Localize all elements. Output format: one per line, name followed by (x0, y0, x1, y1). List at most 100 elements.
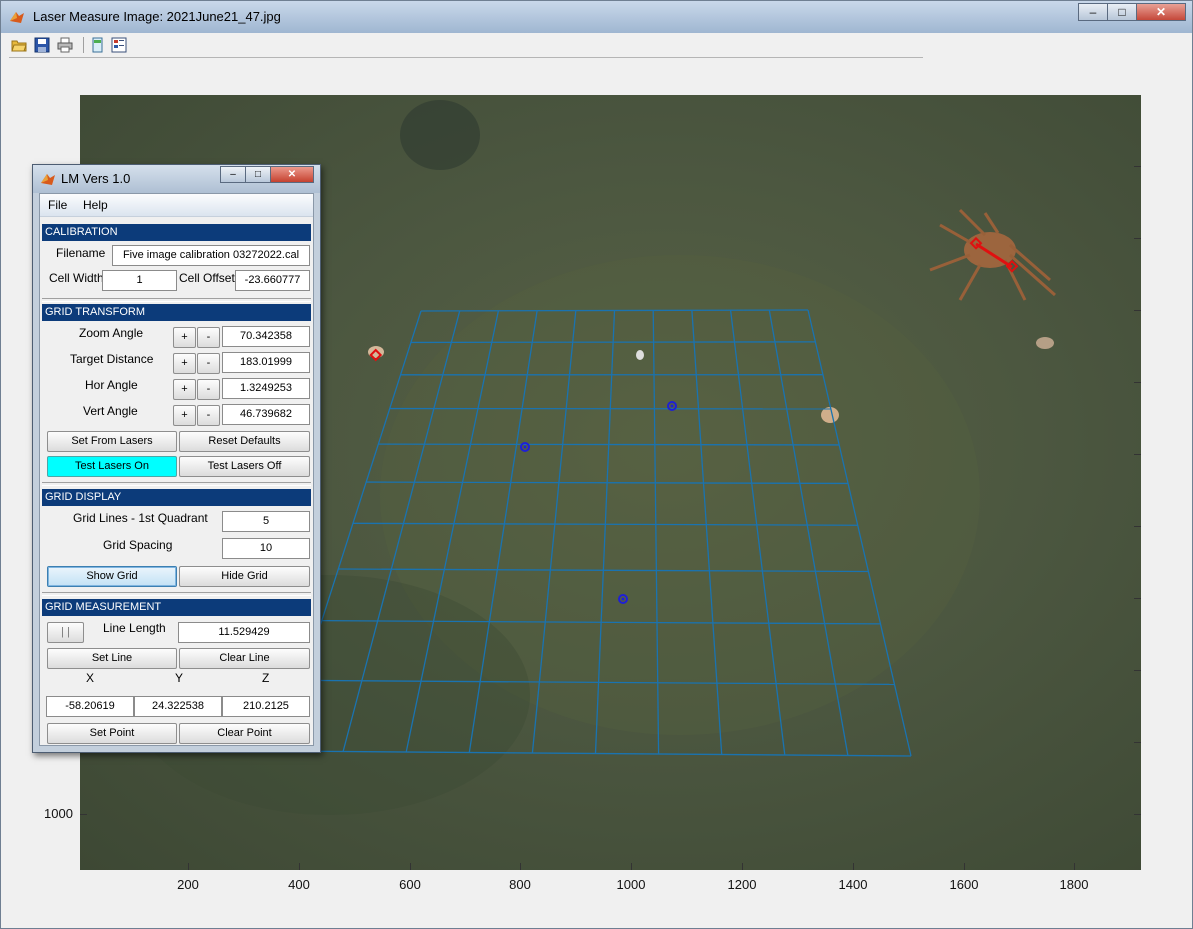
close-button[interactable]: ✕ (1136, 3, 1186, 21)
x-tick-label: 200 (177, 877, 199, 892)
test-lasers-off-button[interactable]: Test Lasers Off (179, 456, 310, 477)
grid-spacing-label: Grid Spacing (103, 538, 173, 552)
clear-line-button[interactable]: Clear Line (179, 648, 310, 669)
toolbar-divider (9, 57, 923, 58)
x-tick-label: 600 (399, 877, 421, 892)
x-tick-mark (410, 863, 411, 870)
x-tick-label: 1200 (727, 877, 757, 892)
print-icon[interactable] (56, 36, 74, 54)
y-tick-mark (80, 814, 87, 815)
cell-offset-label: Cell Offset (179, 271, 235, 285)
x-tick-mark (964, 863, 965, 870)
vert-angle-field[interactable]: 46.739682 (222, 404, 310, 425)
set-point-button[interactable]: Set Point (47, 723, 177, 744)
laser-point-marker[interactable] (618, 594, 628, 604)
grid-spacing-field[interactable]: 10 (222, 538, 310, 559)
grid-measurement-header: GRID MEASUREMENT (42, 599, 311, 616)
z-value-field[interactable]: 210.2125 (222, 696, 310, 717)
set-line-button[interactable]: Set Line (47, 648, 177, 669)
grid-transform-header: GRID TRANSFORM (42, 304, 311, 321)
x-tick-mark (631, 863, 632, 870)
set-from-lasers-button[interactable]: Set From Lasers (47, 431, 177, 452)
target-distance-minus-button[interactable]: - (197, 353, 220, 374)
menu-bar: File Help (40, 194, 313, 217)
y-tick-mark (1134, 382, 1141, 383)
x-label: X (86, 671, 95, 685)
y-tick-mark (1134, 670, 1141, 671)
y-tick-mark (1134, 742, 1141, 743)
z-label: Z (262, 671, 270, 685)
hide-grid-button[interactable]: Hide Grid (179, 566, 310, 587)
x-tick-mark (853, 863, 854, 870)
target-distance-field[interactable]: 183.01999 (222, 352, 310, 373)
zoom-angle-field[interactable]: 70.342358 (222, 326, 310, 347)
measure-line[interactable] (969, 236, 1019, 273)
section-divider (42, 592, 311, 596)
laser-point-marker[interactable] (520, 442, 530, 452)
laser-point-marker[interactable] (667, 401, 677, 411)
grid-lines-field[interactable]: 5 (222, 511, 310, 532)
x-tick-mark (520, 863, 521, 870)
lm-panel-window: LM Vers 1.0 – □ ✕ File Help CALIBRATION … (32, 164, 321, 753)
panel-minimize-button[interactable]: – (220, 166, 246, 183)
matlab-icon (40, 171, 56, 187)
x-tick-label: 400 (288, 877, 310, 892)
vert-angle-minus-button[interactable]: - (197, 405, 220, 426)
panel-icon[interactable] (88, 36, 106, 54)
x-tick-label: 1600 (949, 877, 979, 892)
minimize-button[interactable]: – (1078, 3, 1108, 21)
y-tick-mark (1134, 454, 1141, 455)
panel-close-button[interactable]: ✕ (270, 166, 314, 183)
main-titlebar[interactable]: Laser Measure Image: 2021June21_47.jpg –… (1, 1, 1192, 33)
section-divider (42, 298, 311, 302)
x-value-field[interactable]: -58.20619 (46, 696, 134, 717)
cell-offset-field[interactable]: -23.660777 (235, 270, 310, 291)
x-tick-mark (299, 863, 300, 870)
test-lasers-on-button[interactable]: Test Lasers On (47, 456, 177, 477)
filename-field[interactable]: Five image calibration 03272022.cal (112, 245, 310, 266)
line-length-label: Line Length (103, 621, 166, 635)
data-table-icon[interactable] (110, 36, 128, 54)
pause-button[interactable]: | | (47, 622, 84, 643)
cell-width-field[interactable]: 1 (102, 270, 177, 291)
hor-angle-minus-button[interactable]: - (197, 379, 220, 400)
panel-titlebar[interactable]: LM Vers 1.0 – □ ✕ (33, 165, 320, 193)
matlab-icon (9, 9, 25, 25)
x-tick-mark (1074, 863, 1075, 870)
clear-point-button[interactable]: Clear Point (179, 723, 310, 744)
y-tick-mark (1134, 526, 1141, 527)
hor-angle-plus-button[interactable]: + (173, 379, 196, 400)
y-tick-mark (1134, 166, 1141, 167)
main-window: Laser Measure Image: 2021June21_47.jpg –… (0, 0, 1193, 929)
target-distance-label: Target Distance (70, 352, 154, 366)
vert-angle-plus-button[interactable]: + (173, 405, 196, 426)
panel-title: LM Vers 1.0 (61, 171, 131, 186)
selected-point-marker[interactable] (369, 348, 383, 362)
y-label: Y (175, 671, 184, 685)
vert-angle-label: Vert Angle (83, 404, 138, 418)
panel-maximize-button[interactable]: □ (245, 166, 271, 183)
maximize-button[interactable]: □ (1107, 3, 1137, 21)
save-icon[interactable] (33, 36, 51, 54)
grid-display-header: GRID DISPLAY (42, 489, 311, 506)
panel-body: File Help CALIBRATION Filename Five imag… (39, 193, 314, 746)
y-value-field[interactable]: 24.322538 (134, 696, 222, 717)
hor-angle-field[interactable]: 1.3249253 (222, 378, 310, 399)
reset-defaults-button[interactable]: Reset Defaults (179, 431, 310, 452)
open-folder-icon[interactable] (10, 36, 28, 54)
line-length-field[interactable]: 11.529429 (178, 622, 310, 643)
hor-angle-label: Hor Angle (85, 378, 138, 392)
zoom-angle-plus-button[interactable]: + (173, 327, 196, 348)
menu-file[interactable]: File (48, 198, 67, 212)
filename-label: Filename (56, 246, 106, 260)
zoom-angle-label: Zoom Angle (79, 326, 144, 340)
cell-width-label: Cell Width (49, 271, 104, 285)
target-distance-plus-button[interactable]: + (173, 353, 196, 374)
toolbar (1, 33, 1192, 57)
x-tick-mark (188, 863, 189, 870)
y-tick-mark (1134, 238, 1141, 239)
section-divider (42, 482, 311, 486)
show-grid-button[interactable]: Show Grid (47, 566, 177, 587)
zoom-angle-minus-button[interactable]: - (197, 327, 220, 348)
menu-help[interactable]: Help (83, 198, 108, 212)
